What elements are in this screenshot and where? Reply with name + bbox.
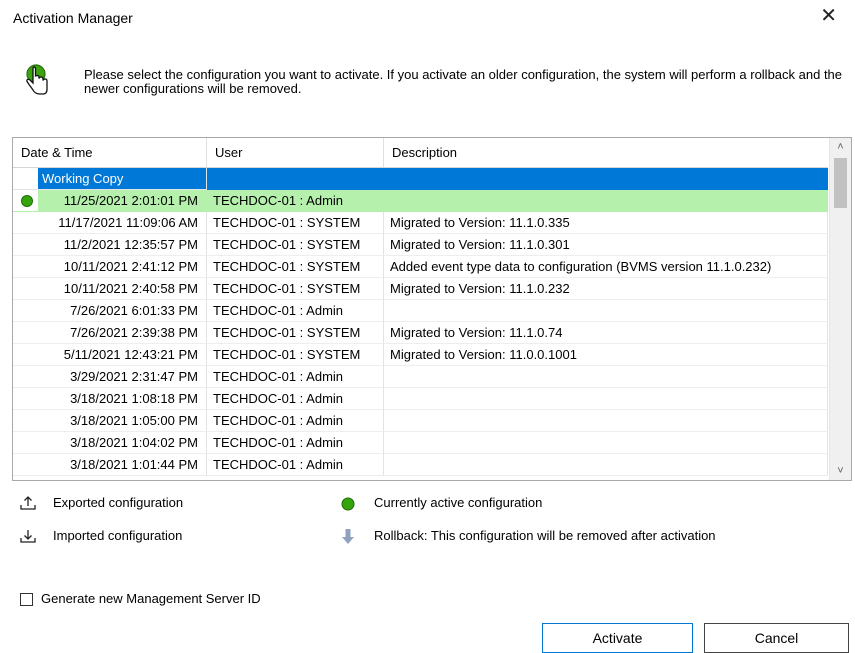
column-header-description[interactable]: Description (384, 138, 828, 167)
column-header-datetime[interactable]: Date & Time (13, 138, 207, 167)
table-body: Working Copy 11/25/2021 2:01:01 PM TECHD… (13, 168, 828, 476)
cell-user: TECHDOC-01 : SYSTEM (207, 212, 384, 234)
cell-user: TECHDOC-01 : Admin (207, 432, 384, 454)
table-row[interactable]: 3/18/2021 1:08:18 PM TECHDOC-01 : Admin (13, 388, 828, 410)
table-header: Date & Time User Description (13, 138, 828, 168)
cell-user: TECHDOC-01 : SYSTEM (207, 322, 384, 344)
cell-user: TECHDOC-01 : Admin (207, 388, 384, 410)
hand-pointer-icon (22, 63, 52, 99)
cell-description (384, 168, 828, 190)
legend-imported-label: Imported configuration (53, 528, 183, 543)
cell-user: TECHDOC-01 : SYSTEM (207, 344, 384, 366)
table-row[interactable]: 10/11/2021 2:40:58 PM TECHDOC-01 : SYSTE… (13, 278, 828, 300)
legend-active-label: Currently active configuration (374, 495, 543, 510)
cell-user: TECHDOC-01 : SYSTEM (207, 234, 384, 256)
cell-user: TECHDOC-01 : Admin (207, 300, 384, 322)
cell-datetime: 3/18/2021 1:05:00 PM (70, 413, 198, 428)
active-config-dot-icon (339, 495, 359, 515)
cell-description (384, 388, 828, 410)
cell-datetime: 10/11/2021 2:41:12 PM (63, 259, 198, 274)
cell-description: Added event type data to configuration (… (384, 256, 828, 278)
cell-user (207, 168, 384, 190)
legend-rollback-label: Rollback: This configuration will be rem… (374, 528, 716, 543)
cell-datetime: 10/11/2021 2:40:58 PM (63, 281, 198, 296)
configuration-table[interactable]: Date & Time User Description Working Cop… (12, 137, 852, 481)
column-header-user[interactable]: User (207, 138, 384, 167)
legend-exported-label: Exported configuration (53, 495, 184, 510)
cell-description (384, 366, 828, 388)
instruction-text: Please select the configuration you want… (84, 67, 843, 96)
scroll-up-icon[interactable]: ˄ (830, 138, 851, 156)
cell-datetime: 7/26/2021 2:39:38 PM (70, 325, 198, 340)
cell-description: Migrated to Version: 11.1.0.232 (384, 278, 828, 300)
table-row[interactable]: 10/11/2021 2:41:12 PM TECHDOC-01 : SYSTE… (13, 256, 828, 278)
scroll-down-icon[interactable]: ˅ (830, 462, 851, 480)
cell-datetime: 3/18/2021 1:08:18 PM (70, 391, 198, 406)
cell-datetime: 11/25/2021 2:01:01 PM (63, 193, 198, 208)
cell-datetime: 3/18/2021 1:04:02 PM (70, 435, 198, 450)
cell-datetime: 3/18/2021 1:01:44 PM (70, 457, 198, 472)
table-row[interactable]: 3/18/2021 1:05:00 PM TECHDOC-01 : Admin (13, 410, 828, 432)
cell-description: Migrated to Version: 11.1.0.301 (384, 234, 828, 256)
active-config-dot-icon (21, 195, 33, 207)
scrollbar-thumb[interactable] (834, 158, 847, 208)
activate-button[interactable]: Activate (542, 623, 693, 653)
table-row[interactable]: 11/17/2021 11:09:06 AM TECHDOC-01 : SYST… (13, 212, 828, 234)
rollback-arrow-icon (339, 527, 359, 547)
cell-user: TECHDOC-01 : Admin (207, 410, 384, 432)
table-row[interactable]: 11/2/2021 12:35:57 PM TECHDOC-01 : SYSTE… (13, 234, 828, 256)
table-row[interactable]: 7/26/2021 2:39:38 PM TECHDOC-01 : SYSTEM… (13, 322, 828, 344)
table-row[interactable]: 3/29/2021 2:31:47 PM TECHDOC-01 : Admin (13, 366, 828, 388)
close-icon[interactable]: ✕ (820, 6, 837, 26)
cell-description (384, 432, 828, 454)
cell-description (384, 300, 828, 322)
cell-description: Migrated to Version: 11.0.0.1001 (384, 344, 828, 366)
table-row[interactable]: 3/18/2021 1:04:02 PM TECHDOC-01 : Admin (13, 432, 828, 454)
cell-user: TECHDOC-01 : Admin (207, 366, 384, 388)
generate-server-id-checkbox[interactable] (20, 593, 33, 606)
cell-user: TECHDOC-01 : Admin (207, 454, 384, 476)
vertical-scrollbar[interactable]: ˄ ˅ (829, 138, 851, 480)
cell-datetime: Working Copy (38, 168, 206, 189)
cell-datetime: 7/26/2021 6:01:33 PM (70, 303, 198, 318)
table-row-working-copy[interactable]: Working Copy (13, 168, 828, 190)
cell-description (384, 410, 828, 432)
cell-user: TECHDOC-01 : Admin (207, 190, 384, 212)
cell-datetime: 5/11/2021 12:43:21 PM (63, 347, 198, 362)
cell-description (384, 190, 828, 212)
table-row[interactable]: 5/11/2021 12:43:21 PM TECHDOC-01 : SYSTE… (13, 344, 828, 366)
generate-server-id-label[interactable]: Generate new Management Server ID (41, 591, 261, 606)
table-row-active[interactable]: 11/25/2021 2:01:01 PM TECHDOC-01 : Admin (13, 190, 828, 212)
cancel-button[interactable]: Cancel (704, 623, 849, 653)
cell-datetime: 11/17/2021 11:09:06 AM (58, 215, 198, 230)
table-row[interactable]: 7/26/2021 6:01:33 PM TECHDOC-01 : Admin (13, 300, 828, 322)
table-row[interactable]: 3/18/2021 1:01:44 PM TECHDOC-01 : Admin (13, 454, 828, 476)
export-icon (18, 494, 38, 514)
import-icon (18, 527, 38, 547)
cell-user: TECHDOC-01 : SYSTEM (207, 278, 384, 300)
cell-datetime: 11/2/2021 12:35:57 PM (63, 237, 198, 252)
cell-user: TECHDOC-01 : SYSTEM (207, 256, 384, 278)
cell-description: Migrated to Version: 11.1.0.74 (384, 322, 828, 344)
cell-description (384, 454, 828, 476)
window-title: Activation Manager (13, 10, 133, 26)
cell-datetime: 3/29/2021 2:31:47 PM (70, 369, 198, 384)
cell-description: Migrated to Version: 11.1.0.335 (384, 212, 828, 234)
